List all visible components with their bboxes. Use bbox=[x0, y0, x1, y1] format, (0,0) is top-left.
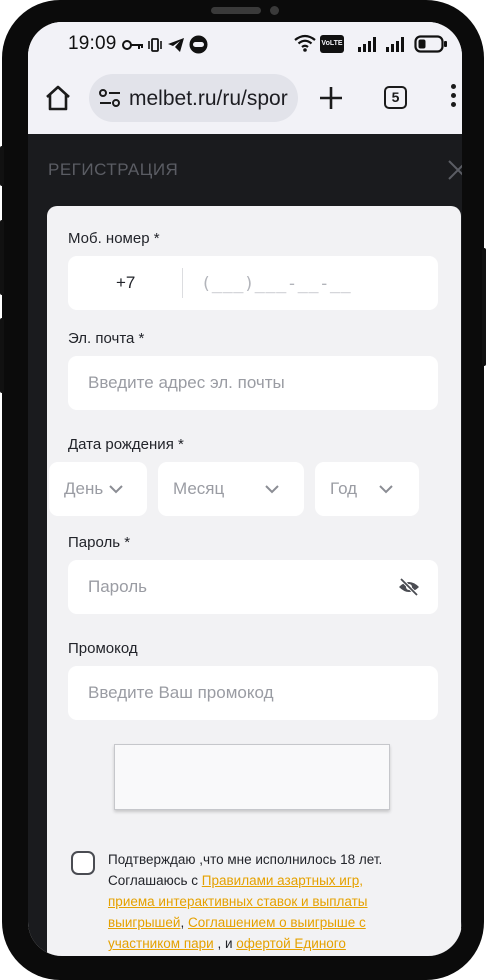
screen: 19:09 VoLTE melbet.ru/ru/spor 5 РЕГИСТРА… bbox=[28, 22, 462, 956]
phone-camera bbox=[270, 6, 279, 15]
terms-text-part: , и bbox=[213, 936, 237, 951]
month-select[interactable]: Месяц bbox=[158, 462, 304, 516]
battery-icon bbox=[414, 35, 447, 53]
phone-side-button bbox=[0, 146, 4, 186]
page-title: РЕГИСТРАЦИЯ bbox=[48, 160, 179, 179]
birth-date-label: Дата рождения * bbox=[68, 436, 184, 453]
password-label: Пароль * bbox=[68, 534, 131, 551]
terms-text-part: , bbox=[180, 915, 188, 930]
chevron-down-icon bbox=[265, 485, 279, 494]
year-select[interactable]: Год bbox=[315, 462, 419, 516]
terms-text: Подтверждаю ,что мне исполнилось 18 лет.… bbox=[108, 849, 408, 954]
browser-menu-icon[interactable] bbox=[451, 84, 461, 114]
app-notification-icon bbox=[189, 35, 208, 54]
password-input[interactable]: Пароль bbox=[88, 577, 147, 597]
country-code[interactable]: +7 bbox=[116, 273, 135, 293]
key-icon bbox=[122, 40, 143, 50]
new-tab-icon[interactable] bbox=[318, 85, 344, 111]
promo-field[interactable]: Введите Ваш промокод bbox=[68, 666, 438, 720]
promo-label: Промокод bbox=[68, 640, 138, 657]
chevron-down-icon bbox=[379, 485, 393, 494]
day-select[interactable]: День bbox=[49, 462, 147, 516]
email-label: Эл. почта * bbox=[68, 330, 145, 347]
phone-label: Моб. номер * bbox=[68, 230, 160, 247]
eye-off-icon[interactable] bbox=[398, 577, 420, 597]
wifi-icon bbox=[294, 34, 316, 52]
phone-side-button bbox=[0, 220, 4, 295]
signal-icon bbox=[358, 37, 376, 52]
offer-link[interactable]: офертой Единого bbox=[236, 936, 346, 951]
email-field[interactable]: Введите адрес эл. почты bbox=[68, 356, 438, 410]
chevron-down-icon bbox=[109, 485, 123, 494]
terms-checkbox[interactable] bbox=[71, 851, 95, 875]
tab-switcher-button[interactable]: 5 bbox=[384, 86, 407, 109]
close-icon[interactable] bbox=[446, 158, 462, 182]
form-area: Моб. номер * +7 (___)___-__-__ Эл. почта… bbox=[28, 206, 462, 956]
phone-side-button bbox=[482, 248, 486, 366]
status-bar: 19:09 VoLTE bbox=[28, 22, 462, 68]
promo-input[interactable]: Введите Ваш промокод bbox=[88, 683, 274, 703]
phone-speaker bbox=[211, 7, 261, 14]
url-text[interactable]: melbet.ru/ru/spor bbox=[129, 87, 288, 111]
address-bar[interactable]: melbet.ru/ru/spor bbox=[89, 74, 298, 122]
home-icon[interactable] bbox=[44, 84, 72, 112]
year-select-value: Год bbox=[330, 479, 358, 498]
month-select-value: Месяц bbox=[173, 479, 225, 498]
captcha-box[interactable] bbox=[114, 744, 390, 810]
telegram-icon bbox=[168, 38, 184, 52]
registration-header: РЕГИСТРАЦИЯ bbox=[28, 134, 462, 206]
signal-icon bbox=[386, 37, 404, 52]
status-time: 19:09 bbox=[68, 33, 117, 54]
site-settings-icon[interactable] bbox=[98, 88, 122, 108]
vibrate-icon bbox=[148, 38, 162, 52]
day-select-value: День bbox=[64, 479, 104, 498]
phone-divider bbox=[182, 268, 183, 298]
email-input[interactable]: Введите адрес эл. почты bbox=[88, 373, 285, 393]
browser-toolbar: melbet.ru/ru/spor 5 bbox=[28, 68, 462, 134]
password-field[interactable]: Пароль bbox=[68, 560, 438, 614]
phone-field[interactable]: +7 (___)___-__-__ bbox=[68, 256, 438, 310]
phone-frame: 19:09 VoLTE melbet.ru/ru/spor 5 РЕГИСТРА… bbox=[0, 0, 486, 980]
volte-badge: VoLTE bbox=[320, 35, 344, 53]
phone-input[interactable]: (___)___-__-__ bbox=[201, 274, 351, 294]
registration-form: Моб. номер * +7 (___)___-__-__ Эл. почта… bbox=[47, 206, 461, 956]
phone-side-button bbox=[0, 318, 4, 393]
